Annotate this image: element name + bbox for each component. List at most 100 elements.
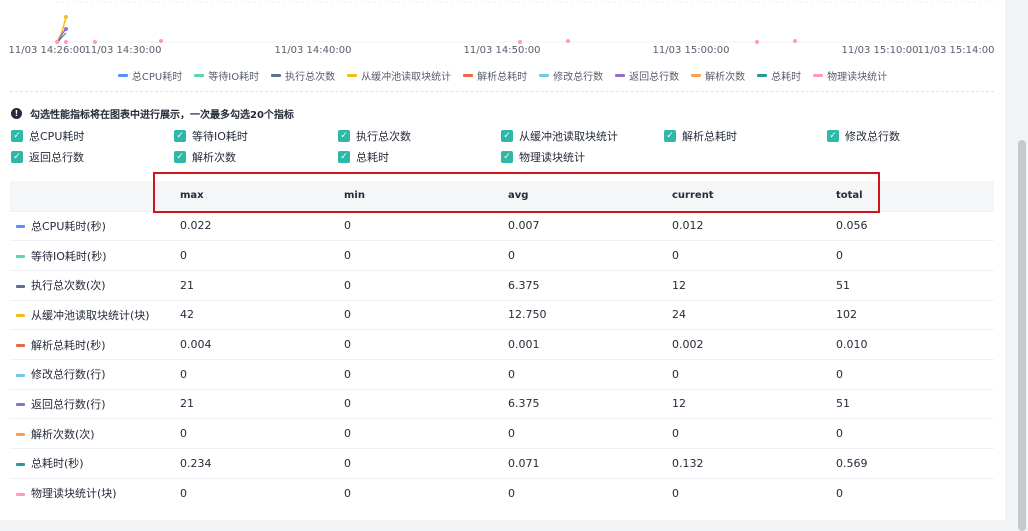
legend-item[interactable]: 返回总行数	[615, 68, 679, 83]
legend-swatch	[691, 73, 702, 77]
cell-total: 0.056	[836, 210, 994, 241]
checkbox-checked-icon[interactable]: ✓	[11, 151, 23, 163]
table-row: 返回总行数(行) 21 0 6.375 12 51	[10, 388, 994, 419]
metric-checkbox[interactable]: ✓ 返回总行数	[11, 149, 84, 165]
legend-swatch	[757, 73, 768, 77]
legend-label: 解析总耗时	[477, 71, 528, 83]
metric-name: 从缓冲池读取块统计(块)	[31, 308, 150, 322]
legend-swatch	[117, 73, 128, 77]
cell-total: 0	[836, 240, 994, 271]
checkbox-checked-icon[interactable]: ✓	[11, 130, 23, 142]
table-row: 修改总行数(行) 0 0 0 0 0	[10, 358, 994, 390]
legend-swatch	[539, 73, 550, 77]
cell-max: 0	[180, 418, 344, 449]
metric-name: 物理读块统计(块)	[31, 487, 117, 501]
metric-name-cell: 返回总行数(行)	[10, 388, 180, 419]
cell-avg: 0	[508, 240, 672, 271]
legend-item[interactable]: 解析总耗时	[463, 68, 527, 83]
series-point	[793, 39, 797, 43]
x-tick-label: 11/03 15:10:00	[841, 45, 919, 56]
checkbox-checked-icon[interactable]: ✓	[174, 151, 186, 163]
legend-item[interactable]: 总耗时	[757, 68, 801, 83]
cell-min: 0	[344, 448, 508, 479]
metric-color-swatch	[16, 462, 25, 466]
cell-total: 0	[836, 477, 994, 508]
cell-avg: 0.007	[508, 210, 672, 241]
cell-min: 0	[344, 358, 508, 390]
cell-total: 0.569	[836, 448, 994, 479]
x-tick-label: 11/03 14:30:00	[84, 45, 162, 56]
legend-label: 总耗时	[771, 71, 802, 83]
legend-label: 解析次数	[705, 71, 746, 83]
cell-max: 0	[180, 240, 344, 271]
x-tick-label: 11/03 15:14:00	[917, 45, 995, 56]
cell-avg: 0	[508, 358, 672, 390]
metric-checkbox-label: 物理读块统计	[519, 151, 585, 164]
metric-checkbox[interactable]: ✓ 等待IO耗时	[174, 128, 248, 144]
legend-swatch	[271, 73, 282, 77]
cell-max: 0	[180, 477, 344, 508]
metric-checkbox[interactable]: ✓ 修改总行数	[827, 128, 900, 144]
metric-checkbox-label: 总CPU耗时	[29, 130, 85, 143]
x-tick-label: 11/03 14:50:00	[463, 45, 541, 56]
cell-current: 0	[672, 358, 836, 390]
metric-checkbox[interactable]: ✓ 总CPU耗时	[11, 128, 84, 144]
metric-checkbox[interactable]: ✓ 从缓冲池读取块统计	[501, 128, 618, 144]
metric-checkbox[interactable]: ✓ 物理读块统计	[501, 149, 585, 165]
checkbox-checked-icon[interactable]: ✓	[501, 151, 513, 163]
metric-checkbox[interactable]: ✓ 总耗时	[338, 149, 389, 165]
legend-item[interactable]: 执行总次数	[271, 68, 335, 83]
checkbox-checked-icon[interactable]: ✓	[174, 130, 186, 142]
metric-checkbox[interactable]: ✓ 解析次数	[174, 149, 236, 165]
chart-legend: 总CPU耗时 等待IO耗时 执行总次数 从缓冲池读取块统计 解析总耗时 修改总行…	[0, 67, 1005, 83]
checkbox-checked-icon[interactable]: ✓	[338, 130, 350, 142]
legend-item[interactable]: 物理读块统计	[813, 68, 887, 83]
metrics-stats-table: max min avg current total 总CPU耗时(秒) 0.022…	[10, 181, 994, 508]
metric-name: 执行总次数(次)	[31, 279, 106, 293]
legend-item[interactable]: 等待IO耗时	[194, 68, 259, 83]
cell-total: 51	[836, 388, 994, 419]
cell-current: 24	[672, 299, 836, 330]
legend-item[interactable]: 修改总行数	[539, 68, 603, 83]
metric-color-swatch	[16, 492, 25, 496]
series-point	[64, 40, 68, 44]
info-hint: ! 勾选性能指标将在图表中进行展示，一次最多勾选20个指标	[11, 106, 294, 121]
legend-item[interactable]: 解析次数	[691, 68, 745, 83]
metric-checkbox-label: 从缓冲池读取块统计	[519, 130, 618, 143]
table-row: 执行总次数(次) 21 0 6.375 12 51	[10, 269, 994, 301]
table-row: 解析次数(次) 0 0 0 0 0	[10, 418, 994, 449]
scrollbar-thumb[interactable]	[1018, 140, 1026, 531]
series-point	[55, 40, 59, 44]
metric-name: 等待IO耗时(秒)	[31, 249, 107, 263]
cell-max: 21	[180, 269, 344, 301]
metric-name-cell: 等待IO耗时(秒)	[10, 240, 180, 271]
series-point	[93, 40, 97, 44]
checkbox-checked-icon[interactable]: ✓	[827, 130, 839, 142]
metric-color-swatch	[16, 433, 25, 437]
metric-checkbox[interactable]: ✓ 解析总耗时	[664, 128, 737, 144]
series-point	[518, 40, 522, 44]
cell-max: 0.022	[180, 210, 344, 241]
info-hint-text: 勾选性能指标将在图表中进行展示，一次最多勾选20个指标	[30, 110, 294, 121]
checkbox-checked-icon[interactable]: ✓	[501, 130, 513, 142]
legend-item[interactable]: 总CPU耗时	[117, 68, 183, 83]
metric-checkbox[interactable]: ✓ 执行总次数	[338, 128, 411, 144]
cell-current: 0	[672, 477, 836, 508]
info-icon: !	[11, 108, 22, 119]
metric-name-cell: 修改总行数(行)	[10, 358, 180, 390]
metric-color-swatch	[16, 314, 25, 318]
series-point	[64, 15, 68, 19]
metric-checkbox-label: 返回总行数	[29, 151, 84, 164]
metric-name-cell: 解析次数(次)	[10, 418, 180, 449]
cell-min: 0	[344, 240, 508, 271]
checkbox-checked-icon[interactable]: ✓	[338, 151, 350, 163]
checkbox-checked-icon[interactable]: ✓	[664, 130, 676, 142]
cell-avg: 0	[508, 418, 672, 449]
legend-label: 总CPU耗时	[131, 71, 183, 83]
metric-name: 解析总耗时(秒)	[31, 338, 106, 352]
legend-item[interactable]: 从缓冲池读取块统计	[347, 68, 451, 83]
series-point	[566, 39, 570, 43]
cell-min: 0	[344, 299, 508, 330]
metric-color-swatch	[16, 373, 25, 377]
cell-max: 21	[180, 388, 344, 419]
